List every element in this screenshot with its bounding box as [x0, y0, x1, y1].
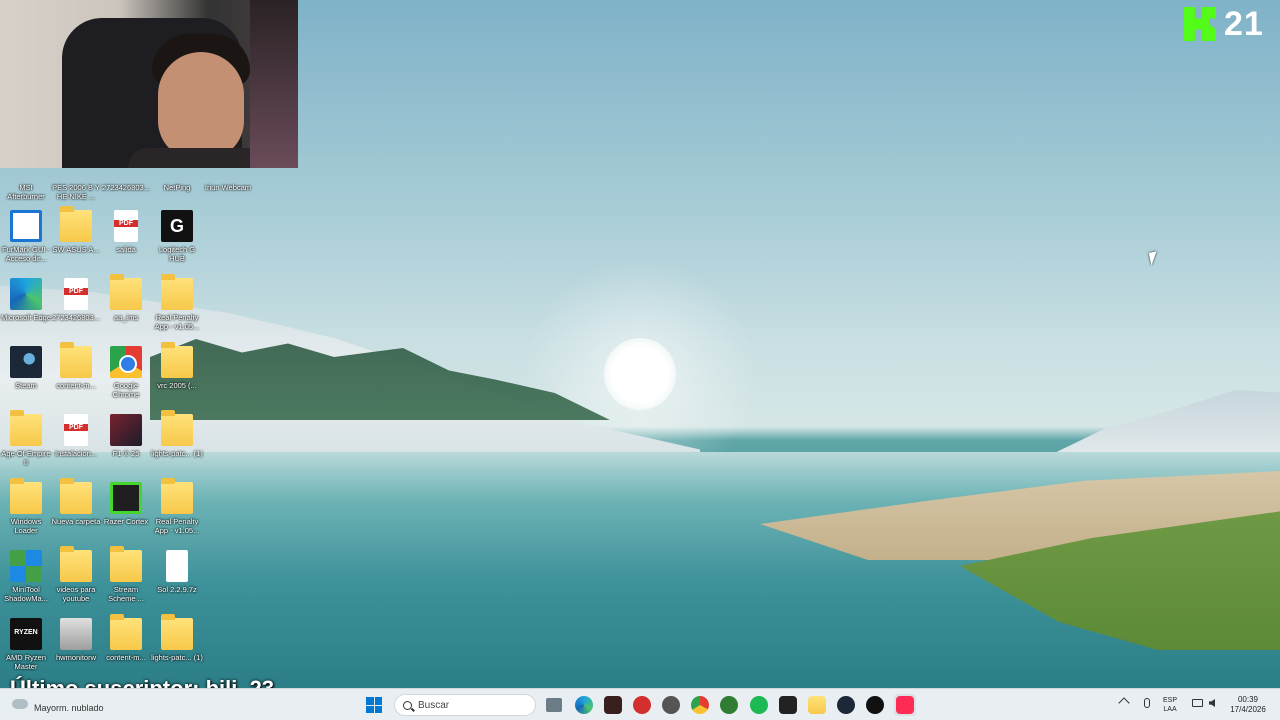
streamer-shirt	[128, 148, 268, 168]
steam-icon[interactable]	[837, 696, 855, 714]
weather-widget[interactable]: Mayorm. nublado	[12, 693, 104, 714]
app-icon[interactable]	[779, 696, 797, 714]
desktop-icon[interactable]: Real Penalty App - v1.05...	[151, 274, 203, 344]
language-indicator[interactable]: ESP LAA	[1163, 696, 1177, 714]
folder-icon	[60, 206, 92, 242]
desktop-icon[interactable]: Real Penalty App - v1.05...	[151, 478, 203, 548]
edge-icon[interactable]	[575, 696, 593, 714]
chrome-icon	[110, 346, 142, 378]
language-code: ESP	[1163, 697, 1178, 704]
taskbar: Mayorm. nublado Buscar ESP LAA 00:39 17/…	[0, 688, 1280, 720]
pdf-icon	[64, 278, 88, 310]
search-icon	[403, 700, 412, 710]
chrome-icon[interactable]	[691, 696, 709, 714]
desktop-icon[interactable]: Sol 2.2.9.7z	[151, 550, 203, 616]
desktop-icon[interactable]: 2723426803...	[50, 278, 102, 344]
game-icon	[110, 414, 142, 446]
folder-icon	[161, 274, 193, 310]
microphone-icon[interactable]	[1144, 698, 1150, 708]
desktop-icon[interactable]: F1 ® 25	[100, 414, 152, 480]
desktop-icon[interactable]: AMD Ryzen Master	[0, 618, 52, 684]
folder-icon	[161, 614, 193, 650]
task-view-icon[interactable]	[546, 698, 562, 712]
folder-icon	[60, 342, 92, 378]
desktop-icon[interactable]: Age Of Empire II	[0, 410, 52, 480]
desktop-icon[interactable]: MiniTool ShadowMa...	[0, 550, 52, 616]
folder-icon	[10, 410, 42, 446]
minitool-icon	[10, 550, 42, 582]
desktop-icon[interactable]: lights-patc... (1)	[151, 410, 203, 480]
folder-icon	[161, 342, 193, 378]
pdf-icon	[114, 210, 138, 242]
tiktok-icon[interactable]	[896, 696, 914, 714]
kick-viewer-counter: 21	[1184, 4, 1264, 43]
desktop-icon[interactable]: Stream Scheme ...	[100, 546, 152, 616]
tray-overflow-icon[interactable]	[1118, 697, 1130, 709]
streamer-face	[158, 52, 244, 160]
razer-icon	[110, 482, 142, 514]
desktop-icon[interactable]: FurMark GUI - Acceso dir...	[0, 210, 52, 276]
folder-icon	[110, 614, 142, 650]
desktop-icon[interactable]: Steam	[0, 346, 52, 412]
logitech-icon	[161, 210, 193, 242]
folder-icon	[161, 410, 193, 446]
desktop-icon[interactable]: Nueva carpeta	[50, 478, 102, 548]
clock-date: 17/4/2026	[1230, 705, 1266, 714]
webcam-overlay	[0, 0, 298, 168]
record-icon[interactable]	[633, 696, 651, 714]
ryzen-icon	[10, 618, 42, 650]
sun	[604, 338, 676, 410]
search-placeholder: Buscar	[418, 699, 450, 711]
desktop-icon[interactable]: hwmonitorw	[50, 618, 102, 684]
folder-icon[interactable]	[808, 696, 826, 714]
clock-time: 00:39	[1237, 695, 1259, 704]
xbox-icon[interactable]	[720, 696, 738, 714]
webcam-background	[250, 0, 298, 168]
desktop-icon[interactable]: Windows Loader	[0, 478, 52, 548]
weather-text: Mayorm. nublado	[34, 703, 104, 713]
desktop-icon[interactable]: content-m...	[50, 342, 102, 412]
desktop-icon[interactable]: videos para youtube	[50, 546, 102, 616]
desktop-icon[interactable]: Logitech G HUB	[151, 210, 203, 276]
desktop-icon[interactable]: Instalacion...	[50, 414, 102, 480]
desktop-icon[interactable]: Razer Cortex	[100, 482, 152, 548]
folder-icon	[110, 546, 142, 582]
desktop-icon[interactable]: salida	[100, 210, 152, 276]
folder-icon	[161, 478, 193, 514]
desktop-icon[interactable]: vrc 2005 (...	[151, 342, 203, 412]
desktop-icon[interactable]: lights-patc... (1)	[151, 614, 203, 684]
folder-icon	[60, 478, 92, 514]
desktop-icon[interactable]: Google Chrome	[100, 346, 152, 412]
network-icon[interactable]	[1192, 699, 1203, 707]
windows-logo-icon	[366, 697, 374, 705]
kick-logo-icon	[1184, 7, 1216, 41]
app-icon[interactable]	[604, 696, 622, 714]
folder-icon	[10, 478, 42, 514]
folder-icon	[60, 546, 92, 582]
taskbar-search-box[interactable]: Buscar	[394, 694, 536, 716]
logitech-icon[interactable]	[866, 696, 884, 714]
steam-icon	[10, 346, 42, 378]
clock[interactable]: 00:39 17/4/2026	[1226, 695, 1270, 715]
desktop-icon[interactable]: SW ASUS A...	[50, 206, 102, 276]
hwmonitor-icon	[60, 618, 92, 650]
kick-count: 21	[1224, 4, 1264, 43]
edge-icon	[10, 278, 42, 310]
desktop-icon[interactable]: Microsoft Edge	[0, 278, 52, 344]
archive-icon	[166, 550, 188, 582]
spotify-icon[interactable]	[750, 696, 768, 714]
app-icon[interactable]	[662, 696, 680, 714]
right-hill	[1040, 390, 1280, 460]
desktop-icon[interactable]: aa_ims	[100, 274, 152, 344]
desktop-icon[interactable]: content-m...	[100, 614, 152, 684]
cloud-icon	[12, 698, 28, 709]
start-button[interactable]	[366, 697, 382, 713]
pdf-icon	[64, 414, 88, 446]
keyboard-layout: LAA	[1163, 706, 1177, 713]
volume-icon[interactable]	[1209, 699, 1215, 707]
furmark-icon	[10, 210, 42, 242]
folder-icon	[110, 274, 142, 310]
